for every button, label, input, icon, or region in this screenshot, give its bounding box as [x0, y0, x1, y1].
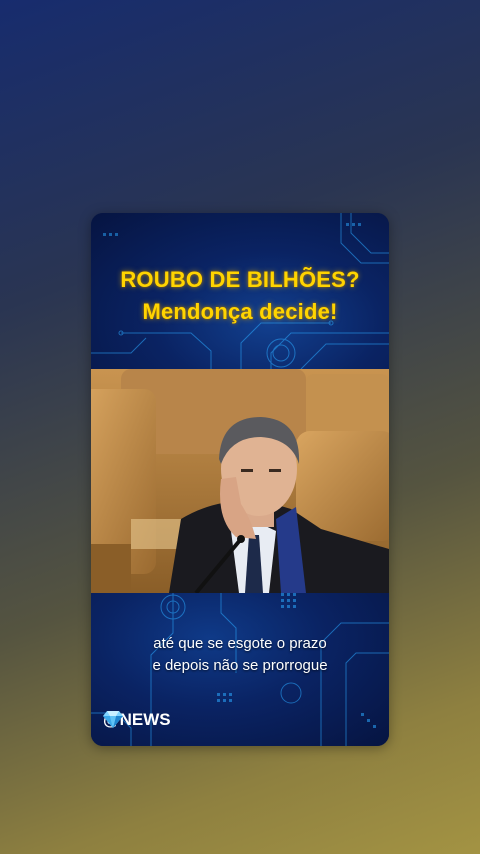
diamond-icon [103, 711, 123, 728]
headline-panel: ROUBO DE BILHÕES? Mendonça decide! [91, 213, 389, 369]
caption-line-1: até que se esgote o prazo [153, 635, 327, 652]
caption-line-2: e depois não se prorrogue [152, 657, 328, 674]
brand-watermark[interactable]: @NEWS [103, 710, 171, 730]
caption-panel: até que se esgote o prazo e depois não s… [91, 593, 389, 746]
video-frame-photo [91, 369, 389, 593]
person-photo-illustration [91, 369, 389, 593]
headline-line-2: Mendonça decide! [142, 299, 338, 324]
video-card[interactable]: ROUBO DE BILHÕES? Mendonça decide! até q… [91, 213, 389, 746]
headline-line-1: ROUBO DE BILHÕES? [120, 267, 360, 292]
